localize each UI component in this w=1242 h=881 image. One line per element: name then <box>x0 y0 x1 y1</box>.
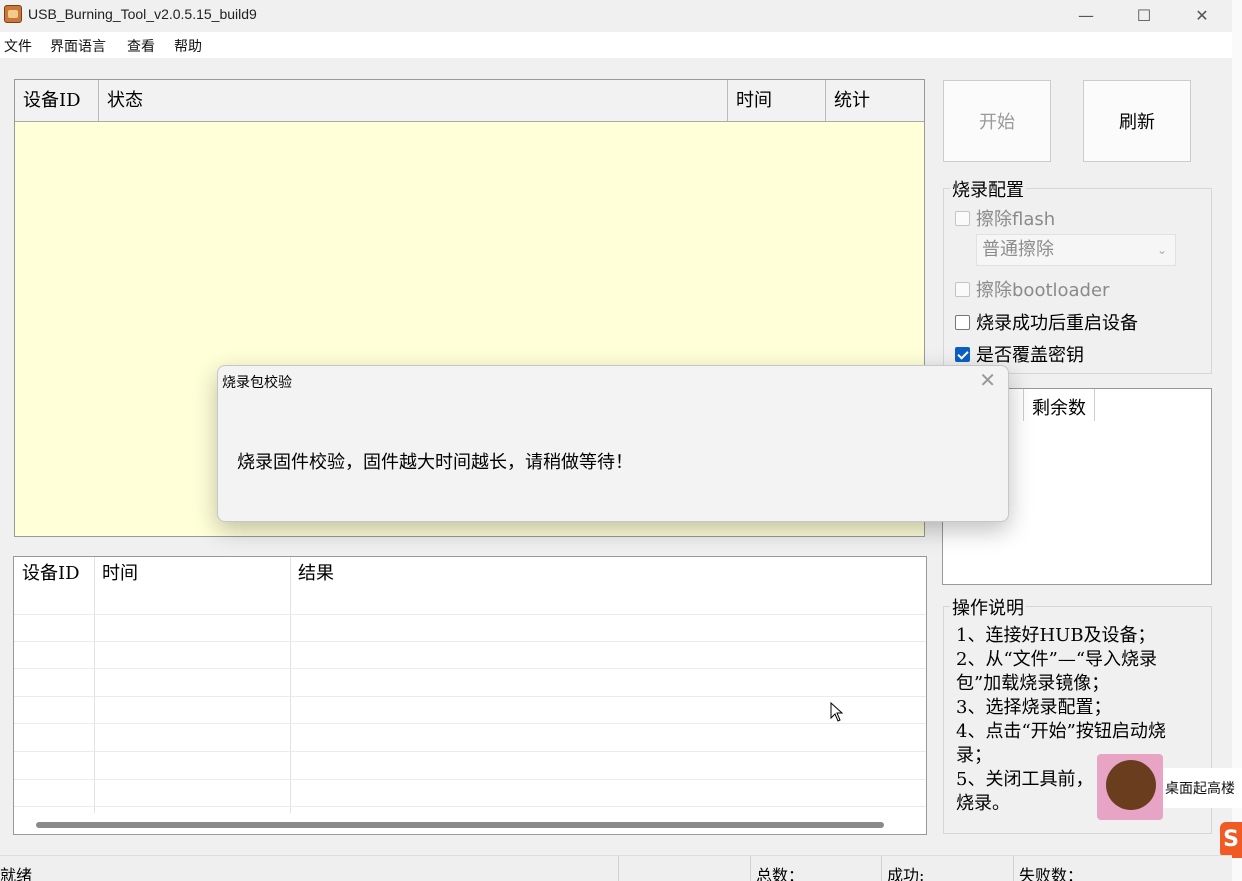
row-divider <box>14 806 926 807</box>
status-success: 成功: <box>887 866 925 881</box>
instructions-title: 操作说明 <box>950 594 1026 620</box>
dialog-close-icon[interactable]: ✕ <box>979 368 996 392</box>
status-total: 总数： <box>756 866 805 881</box>
instruction-line: 3、选择烧录配置； <box>956 697 1112 718</box>
chevron-down-icon: ⌄ <box>1156 243 1167 257</box>
row-divider <box>14 723 926 724</box>
erase-bootloader-label: 擦除bootloader <box>976 280 1110 301</box>
row-divider <box>14 751 926 752</box>
refresh-button[interactable]: 刷新 <box>1083 80 1191 162</box>
erase-mode-value: 普通擦除 <box>982 239 1054 260</box>
column-divider <box>94 557 95 813</box>
verify-dialog: 烧录包校验 ✕ 烧录固件校验，固件越大时间越长，请稍做等待！ <box>217 365 1009 522</box>
minimize-button[interactable]: — <box>1058 0 1114 30</box>
mouse-cursor-icon <box>830 702 844 722</box>
status-bar: 就绪 总数： 成功: 失败数： <box>0 855 1232 881</box>
erase-bootloader-option[interactable]: 擦除bootloader <box>955 276 1109 302</box>
status-state: 就绪 <box>0 866 33 881</box>
menu-view[interactable]: 查看 <box>127 36 155 56</box>
window-title: USB_Burning_Tool_v2.0.5.15_build9 <box>28 6 257 22</box>
bear-icon <box>1106 760 1156 810</box>
erase-mode-select[interactable]: 普通擦除 ⌄ <box>976 234 1176 266</box>
desktop-edge <box>1232 0 1242 881</box>
erase-flash-option[interactable]: 擦除flash <box>955 205 1055 231</box>
dialog-title: 烧录包校验 <box>222 375 292 391</box>
burn-config-title: 烧录配置 <box>950 176 1026 202</box>
row-divider <box>14 779 926 780</box>
log-col-device-id[interactable]: 设备ID <box>14 557 94 597</box>
app-icon <box>4 5 22 23</box>
col-stats[interactable]: 统计 <box>826 80 924 121</box>
row-divider <box>14 696 926 697</box>
close-button[interactable]: ✕ <box>1174 0 1230 30</box>
erase-flash-checkbox[interactable] <box>955 210 970 226</box>
instruction-line: 1、连接好HUB及设备； <box>956 625 1156 646</box>
instruction-line: 2、从“文件”—“导入烧录包”加载烧录镜像； <box>956 649 1158 694</box>
overwrite-key-checkbox[interactable] <box>955 346 970 362</box>
menu-bar: 文件 界面语言 查看 帮助 <box>0 32 1232 58</box>
status-divider <box>618 856 619 881</box>
status-divider <box>1013 856 1014 881</box>
device-table-header: 设备ID 状态 时间 统计 <box>15 80 924 122</box>
log-col-result[interactable]: 结果 <box>290 557 890 597</box>
col-device-id[interactable]: 设备ID <box>15 80 99 121</box>
overwrite-key-label: 是否覆盖密钥 <box>976 345 1084 366</box>
row-divider <box>14 614 926 615</box>
log-table[interactable]: 设备ID 时间 结果 <box>13 556 927 835</box>
horizontal-scrollbar[interactable] <box>36 822 884 828</box>
row-divider <box>14 668 926 669</box>
status-fail: 失败数： <box>1019 866 1084 881</box>
maximize-button[interactable]: ☐ <box>1116 0 1172 30</box>
desktop-pet-label: 桌面起高楼 <box>1163 768 1242 808</box>
reboot-after-checkbox[interactable] <box>955 314 970 330</box>
desktop-pet-image[interactable] <box>1097 754 1163 820</box>
menu-file[interactable]: 文件 <box>4 36 32 56</box>
start-button[interactable]: 开始 <box>943 80 1051 162</box>
column-divider <box>290 557 291 813</box>
reboot-after-label: 烧录成功后重启设备 <box>976 313 1138 334</box>
overwrite-key-option[interactable]: 是否覆盖密钥 <box>955 341 1084 367</box>
reboot-after-option[interactable]: 烧录成功后重启设备 <box>955 309 1138 335</box>
col-status[interactable]: 状态 <box>99 80 728 121</box>
dialog-message: 烧录固件校验，固件越大时间越长，请稍做等待！ <box>237 452 633 473</box>
csdn-logo-icon[interactable]: S <box>1220 822 1242 858</box>
menu-language[interactable]: 界面语言 <box>50 36 106 56</box>
log-col-time[interactable]: 时间 <box>94 557 290 597</box>
title-bar: USB_Burning_Tool_v2.0.5.15_build9 — ☐ ✕ <box>0 0 1232 32</box>
erase-flash-label: 擦除flash <box>976 209 1056 230</box>
status-divider <box>750 856 751 881</box>
erase-bootloader-checkbox[interactable] <box>955 281 970 297</box>
remaining-header[interactable]: 剩余数 <box>1023 389 1095 421</box>
menu-help[interactable]: 帮助 <box>174 36 202 56</box>
row-divider <box>14 641 926 642</box>
col-time[interactable]: 时间 <box>728 80 826 121</box>
status-divider <box>881 856 882 881</box>
